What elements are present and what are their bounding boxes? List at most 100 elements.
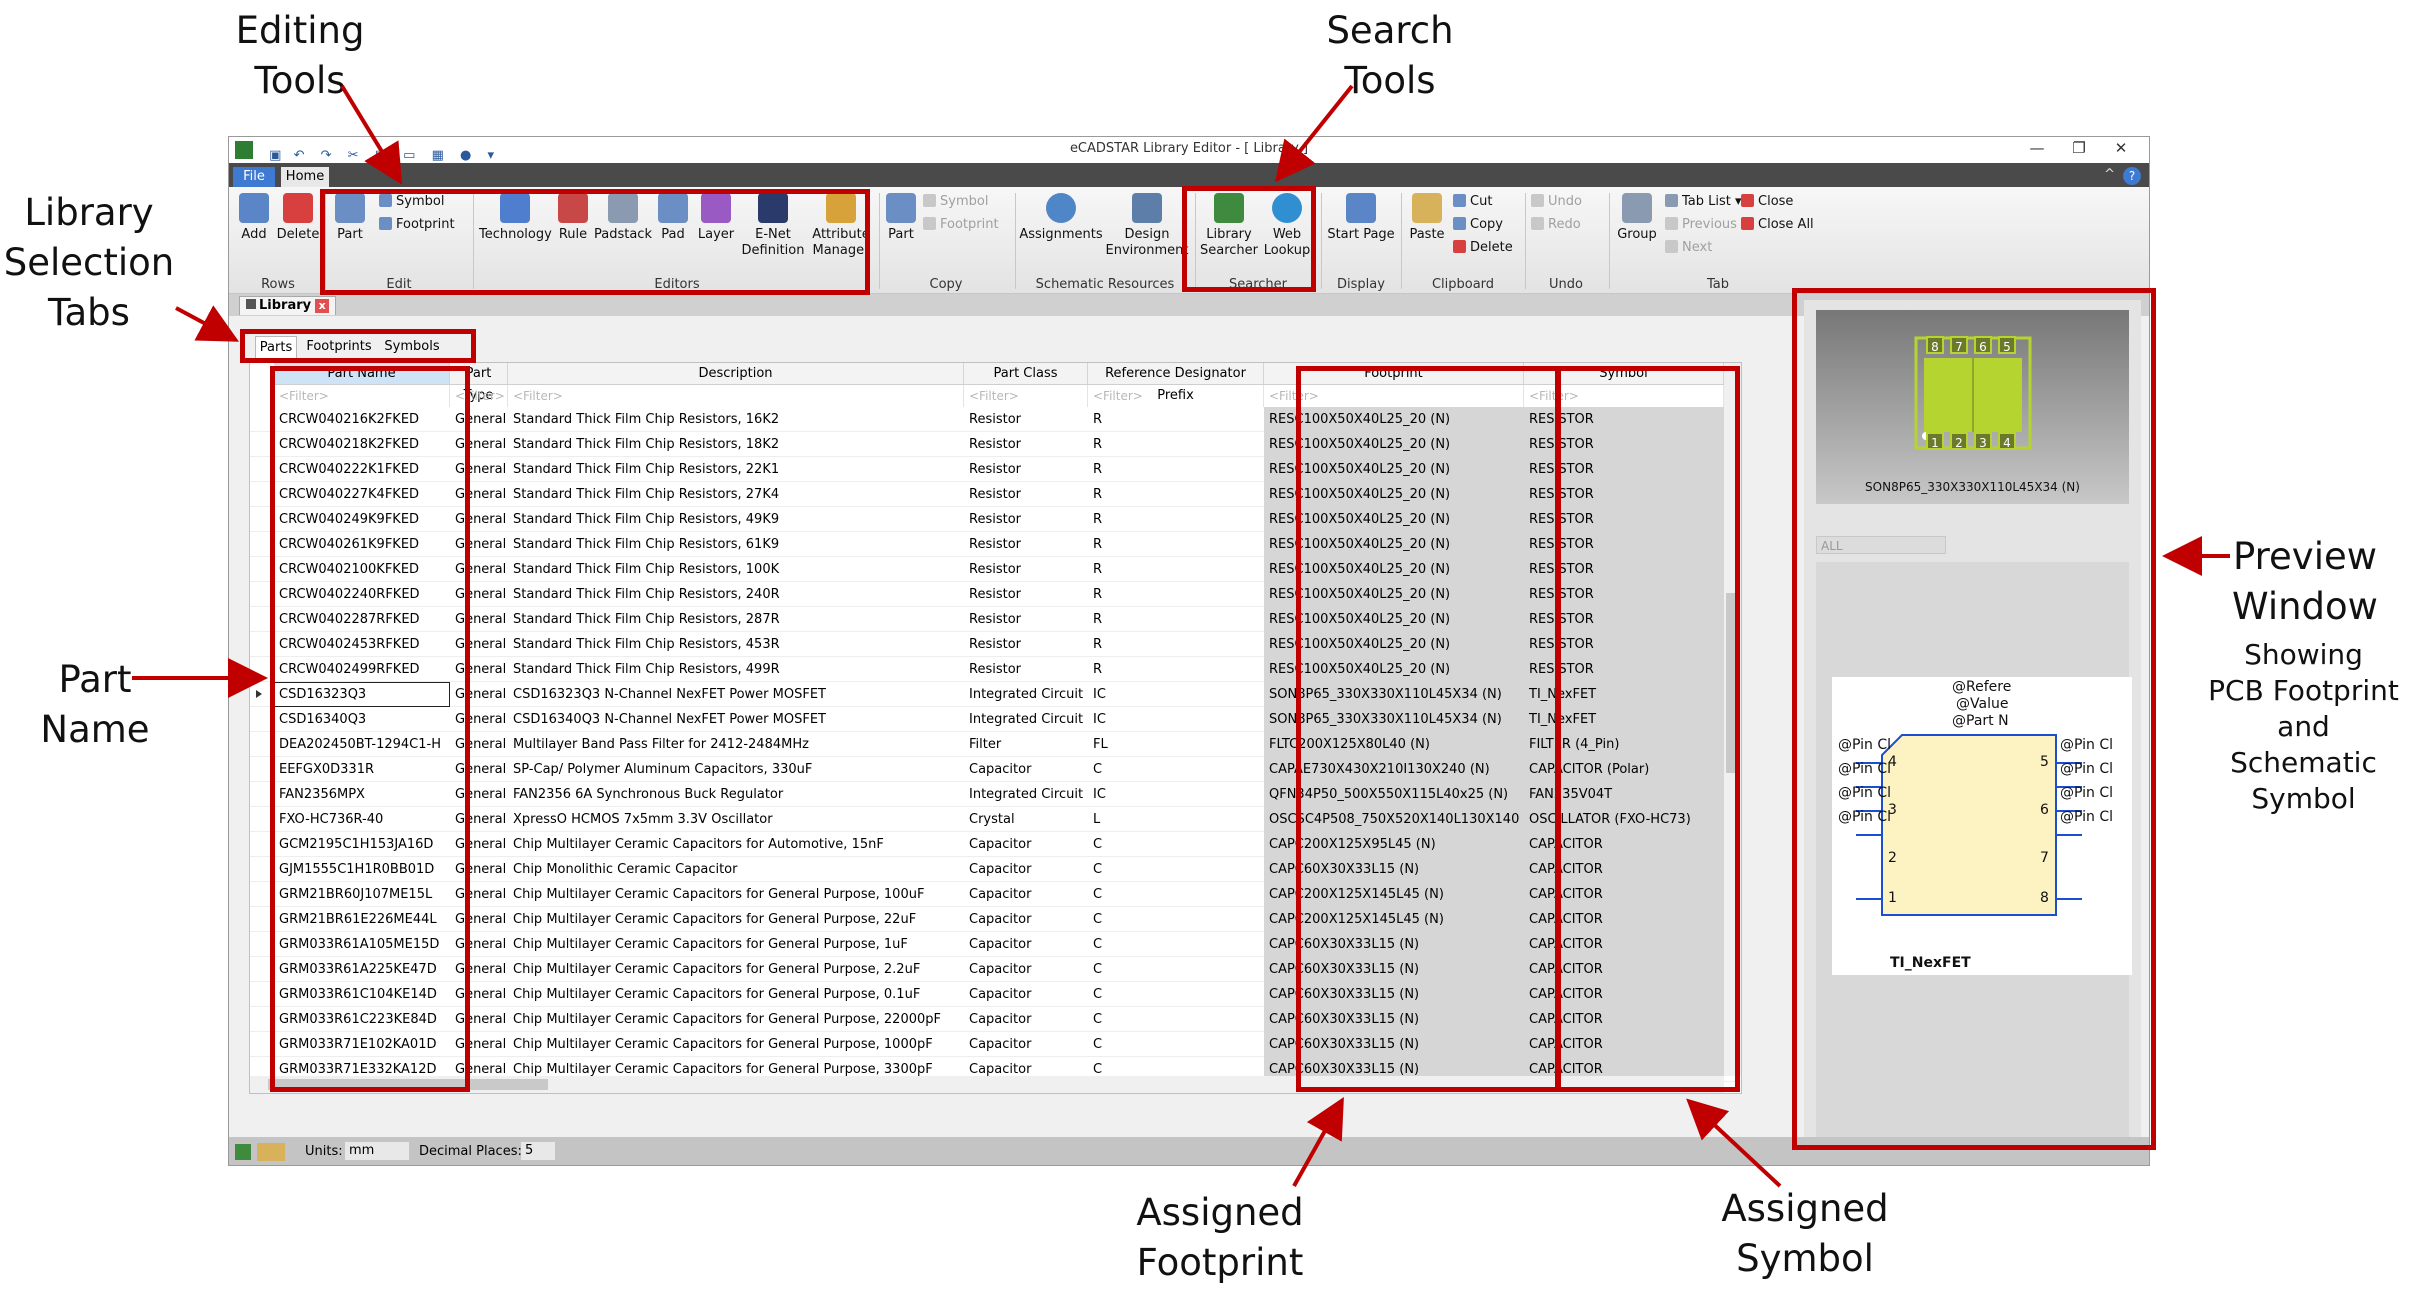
cell-part-class[interactable]: Capacitor	[964, 907, 1088, 932]
cell-symbol[interactable]: RESISTOR	[1524, 582, 1724, 607]
cell-symbol[interactable]: RESISTOR	[1524, 632, 1724, 657]
table-row[interactable]: CRCW0402100KFKED General Standard Thick Fi…	[250, 557, 1741, 582]
table-row[interactable]: GJM1555C1H1R0BB01D General Chip Monolithic…	[250, 857, 1741, 882]
cell-part-type[interactable]: General	[450, 582, 508, 607]
cut-button[interactable]: Cut	[1453, 194, 1492, 210]
cell-ref-prefix[interactable]: R	[1088, 457, 1264, 482]
cell-part-class[interactable]: Resistor	[964, 557, 1088, 582]
cell-description[interactable]: CSD16340Q3 N-Channel NexFET Power MOSFET	[508, 707, 964, 732]
table-row[interactable]: CRCW0402499RFKED General Standard Thick Fi…	[250, 657, 1741, 682]
collapse-ribbon-icon[interactable]: ^	[2104, 167, 2115, 182]
cell-description[interactable]: Standard Thick Film Chip Resistors, 18K2	[508, 432, 964, 457]
cell-part-type[interactable]: General	[450, 982, 508, 1007]
cell-part-name[interactable]: GRM033R61A225KE47D	[274, 957, 450, 982]
cell-part-class[interactable]: Capacitor	[964, 957, 1088, 982]
cell-part-name[interactable]: CRCW040261K9FKED	[274, 532, 450, 557]
cell-ref-prefix[interactable]: R	[1088, 607, 1264, 632]
cell-ref-prefix[interactable]: C	[1088, 857, 1264, 882]
cell-part-class[interactable]: Capacitor	[964, 1032, 1088, 1057]
pad-button[interactable]: Pad	[653, 193, 693, 243]
table-row[interactable]: CRCW040261K9FKED General Standard Thick Fi…	[250, 532, 1741, 557]
copy-footprint-button[interactable]: Footprint	[923, 217, 999, 233]
minimize-button[interactable]: —	[2017, 139, 2057, 157]
cell-description[interactable]: Standard Thick Film Chip Resistors, 49K9	[508, 507, 964, 532]
column-header-description[interactable]: Description	[508, 363, 964, 385]
filter-part-class[interactable]: <Filter>	[964, 385, 1088, 407]
cell-symbol[interactable]: TI_NexFET	[1524, 682, 1724, 707]
cell-part-name[interactable]: GRM21BR61E226ME44L	[274, 907, 450, 932]
cell-part-type[interactable]: General	[450, 857, 508, 882]
cell-symbol[interactable]: RESISTOR	[1524, 657, 1724, 682]
column-header-symbol[interactable]: Symbol	[1524, 363, 1724, 385]
close-all-button[interactable]: Close All	[1741, 217, 1814, 233]
cell-part-type[interactable]: General	[450, 532, 508, 557]
cell-part-type[interactable]: General	[450, 607, 508, 632]
cell-description[interactable]: Standard Thick Film Chip Resistors, 287R	[508, 607, 964, 632]
table-row[interactable]: CRCW040227K4FKED General Standard Thick Fi…	[250, 482, 1741, 507]
copy-symbol-button[interactable]: Symbol	[923, 194, 988, 210]
cell-ref-prefix[interactable]: FL	[1088, 732, 1264, 757]
cell-part-class[interactable]: Capacitor	[964, 1007, 1088, 1032]
table-row[interactable]: CRCW0402240RFKED General Standard Thick Fi…	[250, 582, 1741, 607]
cell-part-class[interactable]: Capacitor	[964, 857, 1088, 882]
help-button[interactable]: ?	[2123, 167, 2141, 185]
view-toggle-icon[interactable]	[257, 1143, 285, 1161]
vertical-scrollbar[interactable]	[1724, 363, 1741, 1076]
cell-footprint[interactable]: RESC100X50X40L25_20 (N)	[1264, 582, 1524, 607]
column-header-part-class[interactable]: Part Class	[964, 363, 1088, 385]
cell-description[interactable]: Chip Multilayer Ceramic Capacitors for G…	[508, 982, 964, 1007]
cell-footprint[interactable]: RESC100X50X40L25_20 (N)	[1264, 557, 1524, 582]
table-row[interactable]: DEA202450BT-1294C1-H General Multilayer Ba…	[250, 732, 1741, 757]
cell-part-class[interactable]: Integrated Circuit	[964, 707, 1088, 732]
cell-description[interactable]: Chip Multilayer Ceramic Capacitors for G…	[508, 932, 964, 957]
cell-symbol[interactable]: RESISTOR	[1524, 432, 1724, 457]
cell-part-class[interactable]: Capacitor	[964, 882, 1088, 907]
cell-description[interactable]: Standard Thick Film Chip Resistors, 100K	[508, 557, 964, 582]
cell-description[interactable]: Chip Multilayer Ceramic Capacitors for A…	[508, 832, 964, 857]
table-row[interactable]: EEFGX0D331R General SP-Cap/ Polymer Alumin…	[250, 757, 1741, 782]
cell-ref-prefix[interactable]: IC	[1088, 707, 1264, 732]
cell-part-type[interactable]: General	[450, 407, 508, 432]
cell-part-class[interactable]: Integrated Circuit	[964, 682, 1088, 707]
cell-symbol[interactable]: CAPACITOR	[1524, 932, 1724, 957]
cell-part-class[interactable]: Capacitor	[964, 932, 1088, 957]
table-row[interactable]: CRCW0402287RFKED General Standard Thick Fi…	[250, 607, 1741, 632]
cell-part-name[interactable]: CRCW0402287RFKED	[274, 607, 450, 632]
table-row[interactable]: FAN2356MPX General FAN2356 6A Synchronous …	[250, 782, 1741, 807]
cell-symbol[interactable]: CAPACITOR	[1524, 857, 1724, 882]
cell-footprint[interactable]: CAPC200X125X145L45 (N)	[1264, 882, 1524, 907]
cell-ref-prefix[interactable]: R	[1088, 557, 1264, 582]
cell-ref-prefix[interactable]: R	[1088, 632, 1264, 657]
cell-part-name[interactable]: CRCW040227K4FKED	[274, 482, 450, 507]
cell-description[interactable]: Multilayer Band Pass Filter for 2412-248…	[508, 732, 964, 757]
decimal-places-dropdown[interactable]: 5	[521, 1142, 555, 1160]
cell-footprint[interactable]: CAPC60X30X33L15 (N)	[1264, 982, 1524, 1007]
table-row[interactable]: GRM033R71E102KA01D General Chip Multilayer…	[250, 1032, 1741, 1057]
cell-part-type[interactable]: General	[450, 457, 508, 482]
previous-tab-button[interactable]: Previous	[1665, 217, 1737, 233]
cell-symbol[interactable]: CAPACITOR	[1524, 957, 1724, 982]
cell-symbol[interactable]: RESISTOR	[1524, 407, 1724, 432]
paste-button[interactable]: Paste	[1405, 193, 1449, 243]
design-environment-button[interactable]: Design Environment	[1105, 193, 1189, 259]
status-icon[interactable]	[235, 1144, 251, 1160]
assignments-button[interactable]: Assignments	[1019, 193, 1103, 243]
cell-part-type[interactable]: General	[450, 557, 508, 582]
cell-footprint[interactable]: RESC100X50X40L25_20 (N)	[1264, 507, 1524, 532]
table-row[interactable]: GRM033R61C223KE84D General Chip Multilayer…	[250, 1007, 1741, 1032]
cell-footprint[interactable]: RESC100X50X40L25_20 (N)	[1264, 457, 1524, 482]
cell-part-type[interactable]: General	[450, 882, 508, 907]
document-tab-library[interactable]: Library x	[239, 296, 337, 315]
cell-part-name[interactable]: GRM033R61C223KE84D	[274, 1007, 450, 1032]
cell-part-name[interactable]: CRCW040216K2FKED	[274, 407, 450, 432]
cell-ref-prefix[interactable]: C	[1088, 932, 1264, 957]
cell-part-class[interactable]: Resistor	[964, 432, 1088, 457]
filter-ref-prefix[interactable]: <Filter>	[1088, 385, 1264, 407]
cell-footprint[interactable]: CAPC200X125X95L45 (N)	[1264, 832, 1524, 857]
cell-description[interactable]: Standard Thick Film Chip Resistors, 499R	[508, 657, 964, 682]
tab-file[interactable]: File	[233, 167, 275, 187]
cell-footprint[interactable]: CAPC60X30X33L15 (N)	[1264, 1007, 1524, 1032]
table-row[interactable]: CSD16340Q3 General CSD16340Q3 N-Channel Ne…	[250, 707, 1741, 732]
cell-part-type[interactable]: General	[450, 782, 508, 807]
cell-part-type[interactable]: General	[450, 657, 508, 682]
